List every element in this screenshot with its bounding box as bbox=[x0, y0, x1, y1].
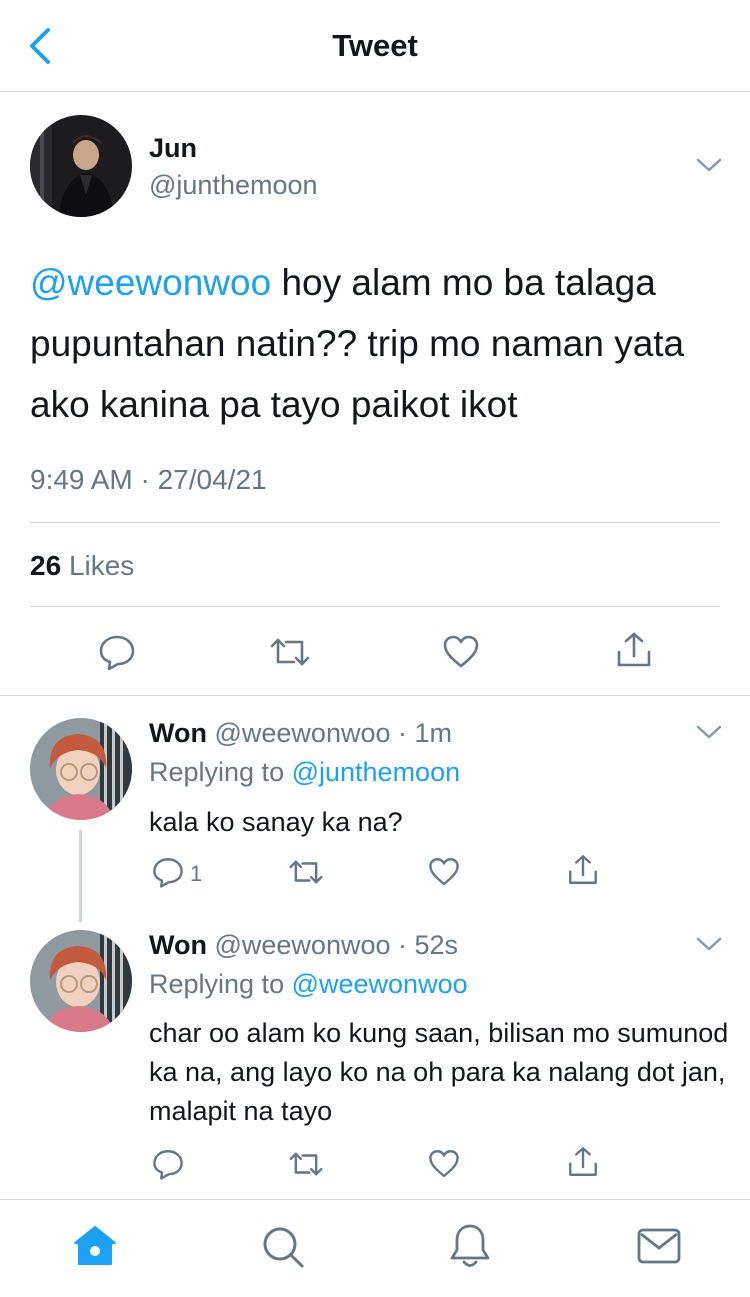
like-button[interactable] bbox=[427, 1147, 461, 1181]
mail-icon bbox=[637, 1228, 681, 1264]
reply-options-button[interactable] bbox=[694, 722, 724, 742]
bottom-tab-bar bbox=[0, 1199, 750, 1297]
page-title: Tweet bbox=[332, 28, 418, 63]
reply-author-meta: @weewonwoo · 52s bbox=[206, 930, 459, 960]
tab-home[interactable] bbox=[72, 1224, 118, 1268]
thread-connector bbox=[79, 830, 82, 922]
bell-icon bbox=[450, 1224, 490, 1267]
chevron-down-icon bbox=[696, 725, 722, 739]
mention-link[interactable]: @weewonwoo bbox=[30, 262, 271, 303]
likes-label: Likes bbox=[68, 550, 135, 581]
chevron-down-icon bbox=[696, 937, 722, 951]
reply-icon bbox=[153, 858, 183, 888]
retweet-button[interactable] bbox=[287, 1147, 325, 1181]
share-icon bbox=[617, 632, 651, 667]
retweet-icon bbox=[289, 1152, 323, 1176]
reply-icon bbox=[99, 635, 135, 671]
share-button[interactable] bbox=[566, 1145, 600, 1179]
heart-icon bbox=[429, 1150, 459, 1178]
replying-to: Replying to @junthemoon bbox=[149, 757, 460, 788]
share-icon bbox=[569, 1147, 597, 1176]
divider bbox=[30, 522, 720, 523]
tab-notifications[interactable] bbox=[448, 1222, 492, 1270]
reply-text: kala ko sanay ka na? bbox=[149, 807, 403, 837]
reply-text: char oo alam ko kung saan, bilisan mo su… bbox=[149, 1018, 729, 1126]
reply-header[interactable]: Won @weewonwoo · 52s bbox=[149, 930, 458, 961]
share-button[interactable] bbox=[566, 853, 600, 887]
replying-to-link[interactable]: @weewonwoo bbox=[292, 969, 468, 999]
share-icon bbox=[569, 855, 597, 884]
reply-author-name: Won bbox=[149, 930, 207, 960]
author-handle[interactable]: @junthemoon bbox=[149, 170, 318, 201]
retweet-button[interactable] bbox=[287, 855, 325, 889]
heart-icon bbox=[443, 635, 479, 668]
home-icon bbox=[74, 1226, 116, 1265]
replying-to-label: Replying to bbox=[149, 969, 292, 999]
replying-to-label: Replying to bbox=[149, 757, 292, 787]
tab-messages[interactable] bbox=[636, 1226, 682, 1266]
divider bbox=[30, 606, 720, 607]
reply-count: 1 bbox=[190, 861, 203, 886]
reply-avatar[interactable] bbox=[30, 930, 132, 1032]
reply-author-name: Won bbox=[149, 718, 207, 748]
section-divider bbox=[0, 695, 750, 696]
tab-search[interactable] bbox=[260, 1224, 306, 1270]
tweet-timestamp[interactable]: 9:49 AM · 27/04/21 bbox=[30, 464, 267, 496]
retweet-button[interactable] bbox=[268, 632, 312, 672]
author-avatar[interactable] bbox=[30, 115, 132, 217]
search-icon bbox=[263, 1227, 304, 1268]
reply-avatar[interactable] bbox=[30, 718, 132, 820]
reply-button[interactable] bbox=[151, 1147, 185, 1181]
reply-author-meta: @weewonwoo · 1m bbox=[206, 718, 452, 748]
author-name[interactable]: Jun bbox=[149, 133, 197, 164]
retweet-icon bbox=[289, 860, 323, 884]
like-button[interactable] bbox=[427, 855, 461, 889]
reply-button[interactable] bbox=[97, 632, 137, 672]
tweet-options-button[interactable] bbox=[694, 155, 724, 175]
heart-icon bbox=[429, 858, 459, 886]
reply-header[interactable]: Won @weewonwoo · 1m bbox=[149, 718, 452, 749]
likes-summary[interactable]: 26 Likes bbox=[30, 550, 134, 582]
tweet-text: @weewonwoo hoy alam mo ba talaga pupunta… bbox=[30, 252, 730, 435]
chevron-down-icon bbox=[696, 158, 722, 172]
replying-to: Replying to @weewonwoo bbox=[149, 969, 468, 1000]
replying-to-link[interactable]: @junthemoon bbox=[292, 757, 461, 787]
like-button[interactable] bbox=[441, 632, 481, 672]
reply-options-button[interactable] bbox=[694, 934, 724, 954]
share-button[interactable] bbox=[614, 630, 654, 670]
top-nav-bar: Tweet bbox=[0, 0, 750, 92]
reply-icon bbox=[153, 1150, 183, 1180]
likes-count: 26 bbox=[30, 550, 62, 581]
retweet-icon bbox=[270, 638, 310, 666]
reply-button[interactable] bbox=[151, 855, 185, 889]
